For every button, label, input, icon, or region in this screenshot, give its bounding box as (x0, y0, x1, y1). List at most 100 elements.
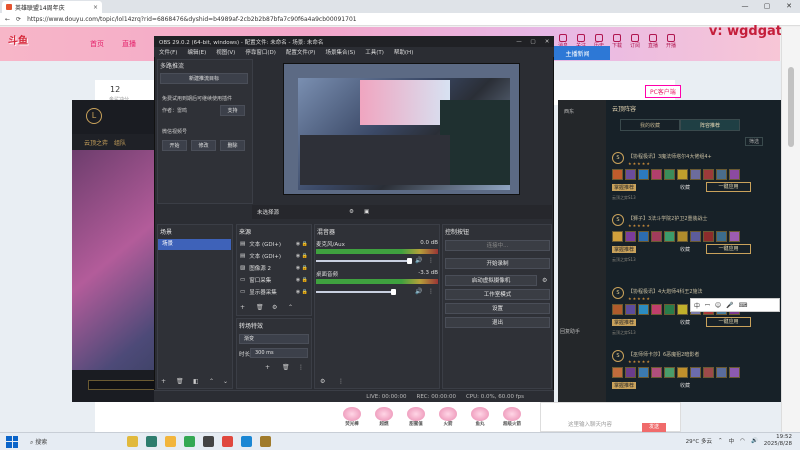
menu-file[interactable]: 文件(F) (159, 48, 177, 56)
minimize-button[interactable]: — (734, 0, 756, 13)
scene-item[interactable]: 场景 (158, 239, 231, 250)
source-row[interactable]: ▤ 文本 (GDI+) ◉ 🔒 (240, 252, 308, 260)
input-lang[interactable]: 中 (729, 437, 735, 445)
source-props-icon[interactable]: ⚙ (272, 304, 277, 311)
favorite-button[interactable]: 收藏 (680, 246, 690, 253)
mic-icon[interactable]: 🎤 (726, 302, 733, 309)
volume-slider[interactable] (316, 289, 396, 295)
scene-filter-icon[interactable]: ◧ (193, 378, 199, 385)
start-streaming-button[interactable]: 连接中... (445, 240, 550, 251)
chat-input[interactable]: 这里输入聊天内容 (568, 420, 612, 428)
game-team-label[interactable]: 组队 (114, 138, 126, 147)
obs-minimize-button[interactable]: — (512, 39, 526, 45)
menu-tools[interactable]: 工具(T) (365, 48, 384, 56)
browser-tab[interactable]: 英雄联盟14周年庆 × (2, 1, 102, 13)
chevron-up-icon[interactable]: ⌃ (718, 438, 723, 444)
copilot-icon[interactable] (127, 436, 139, 447)
terminal-icon[interactable] (146, 436, 158, 447)
add-scene-icon[interactable]: + (161, 378, 166, 385)
remove-source-icon[interactable]: 🗑 (256, 304, 264, 311)
tab-favorites[interactable]: 我的收藏 (620, 119, 680, 131)
menu-edit[interactable]: 编辑(E) (187, 48, 206, 56)
new-target-button[interactable]: 新建推流目标 (160, 73, 248, 84)
page-scrollbar[interactable] (781, 27, 800, 432)
gift-item[interactable]: 荧光棒 (340, 407, 364, 427)
taskbar-search[interactable]: ⌕ 搜索 (30, 437, 47, 447)
nav-home[interactable]: 首页 (90, 39, 104, 49)
volume-icon[interactable]: 🔊 (751, 438, 758, 444)
settings-button[interactable]: 设置 (445, 303, 550, 314)
url-field[interactable]: https://www.douyu.com/topic/lol14zrq?rid… (27, 16, 357, 23)
subscribe-icon[interactable]: 订阅 (629, 34, 641, 52)
send-button[interactable]: 发送 (642, 423, 666, 432)
mixer-menu-icon[interactable]: ⋮ (338, 378, 344, 385)
keyboard-icon[interactable]: ⌨ (739, 302, 748, 309)
back-icon[interactable]: ← (5, 16, 10, 23)
game-mode-label[interactable]: 云顶之弈 (84, 138, 108, 147)
channel-menu-icon[interactable]: ⋮ (428, 288, 434, 295)
tab-close-icon[interactable]: × (93, 4, 98, 11)
virtual-camera-settings-icon[interactable]: ⚙ (542, 277, 547, 284)
start-recording-button[interactable]: 开始录制 (445, 258, 550, 269)
maximize-button[interactable]: ▢ (756, 0, 778, 13)
chrome-icon[interactable] (184, 436, 196, 447)
volume-knob[interactable] (391, 289, 396, 295)
remove-transition-icon[interactable]: 🗑 (282, 364, 290, 371)
gift-item[interactable]: 超级火箭 (500, 407, 524, 427)
exit-button[interactable]: 退出 (445, 317, 550, 328)
support-button[interactable]: 支持 (220, 105, 245, 116)
menu-docks[interactable]: 停靠窗口(D) (245, 48, 276, 56)
gift-item[interactable]: 甜蜜值 (404, 407, 428, 427)
target-delete-button[interactable]: 删除 (220, 140, 245, 151)
virtual-camera-button[interactable]: 启动虚拟摄像机 (445, 275, 537, 286)
add-source-icon[interactable]: + (240, 304, 245, 311)
clock[interactable]: 19:52 2025/8/28 (764, 434, 792, 448)
remove-scene-icon[interactable]: 🗑 (176, 378, 184, 385)
gear-icon[interactable]: ⚙ (349, 209, 354, 215)
apply-button[interactable]: 一键应用 (706, 182, 751, 192)
scene-down-icon[interactable]: ⌄ (223, 378, 228, 385)
mixer-settings-icon[interactable]: ⚙ (320, 378, 325, 385)
menu-scene-collection[interactable]: 场景集合(S) (325, 48, 355, 56)
volume-knob[interactable] (407, 258, 412, 264)
news-banner[interactable]: 主播新闻 (545, 46, 610, 60)
add-transition-icon[interactable]: + (265, 364, 270, 371)
favorite-button[interactable]: 收藏 (680, 319, 690, 326)
apply-button[interactable]: 一键应用 (706, 317, 751, 327)
menu-help[interactable]: 帮助(H) (394, 48, 413, 56)
broadcast-icon[interactable]: 开播 (665, 34, 677, 52)
download-icon[interactable]: 下载 (611, 34, 623, 52)
studio-mode-button[interactable]: 工作室模式 (445, 289, 550, 300)
tab-recommended[interactable]: 阵容推荐 (680, 119, 740, 131)
wifi-icon[interactable]: ◠ (740, 438, 745, 444)
source-row[interactable]: ▭ 窗口采集 ◉ 🔒 (240, 276, 308, 284)
gift-item[interactable]: 火箭 (436, 407, 460, 427)
lol-icon[interactable] (260, 436, 272, 447)
favorite-button[interactable]: 收藏 (680, 184, 690, 191)
refresh-icon[interactable]: ⟳ (16, 16, 21, 23)
target-edit-button[interactable]: 修改 (191, 140, 216, 151)
speaker-icon[interactable]: 🔊 (415, 288, 422, 295)
live-icon[interactable]: 直播 (647, 34, 659, 52)
gift-item[interactable]: 鱼丸 (468, 407, 492, 427)
site-logo[interactable]: 斗鱼 (8, 32, 28, 47)
emoji-icon[interactable]: ☺ (715, 302, 721, 309)
volume-slider[interactable] (316, 258, 412, 264)
source-row[interactable]: ▨ 图像源 2 ◉ 🔒 (240, 264, 308, 272)
ime-lang[interactable]: 中 (694, 301, 700, 310)
obs-maximize-button[interactable]: ▢ (526, 39, 540, 45)
ime-punct-icon[interactable]: ꟷ (705, 301, 710, 309)
transition-menu-icon[interactable]: ⋮ (298, 364, 304, 371)
target-start-button[interactable]: 开始 (162, 140, 187, 151)
transition-select[interactable]: 渐变 (239, 334, 309, 344)
channel-menu-icon[interactable]: ⋮ (428, 257, 434, 264)
file-explorer-icon[interactable] (165, 436, 177, 447)
filter-icon[interactable]: ▣ (364, 209, 369, 215)
douyu-icon[interactable] (222, 436, 234, 447)
speaker-icon[interactable]: 🔊 (415, 257, 422, 264)
obs-icon[interactable] (203, 436, 215, 447)
edge-icon[interactable] (241, 436, 253, 447)
menu-view[interactable]: 视图(V) (216, 48, 235, 56)
reply-assistant[interactable]: 回复助手 (560, 328, 600, 335)
filter-dropdown[interactable]: 筛选 (745, 137, 764, 146)
